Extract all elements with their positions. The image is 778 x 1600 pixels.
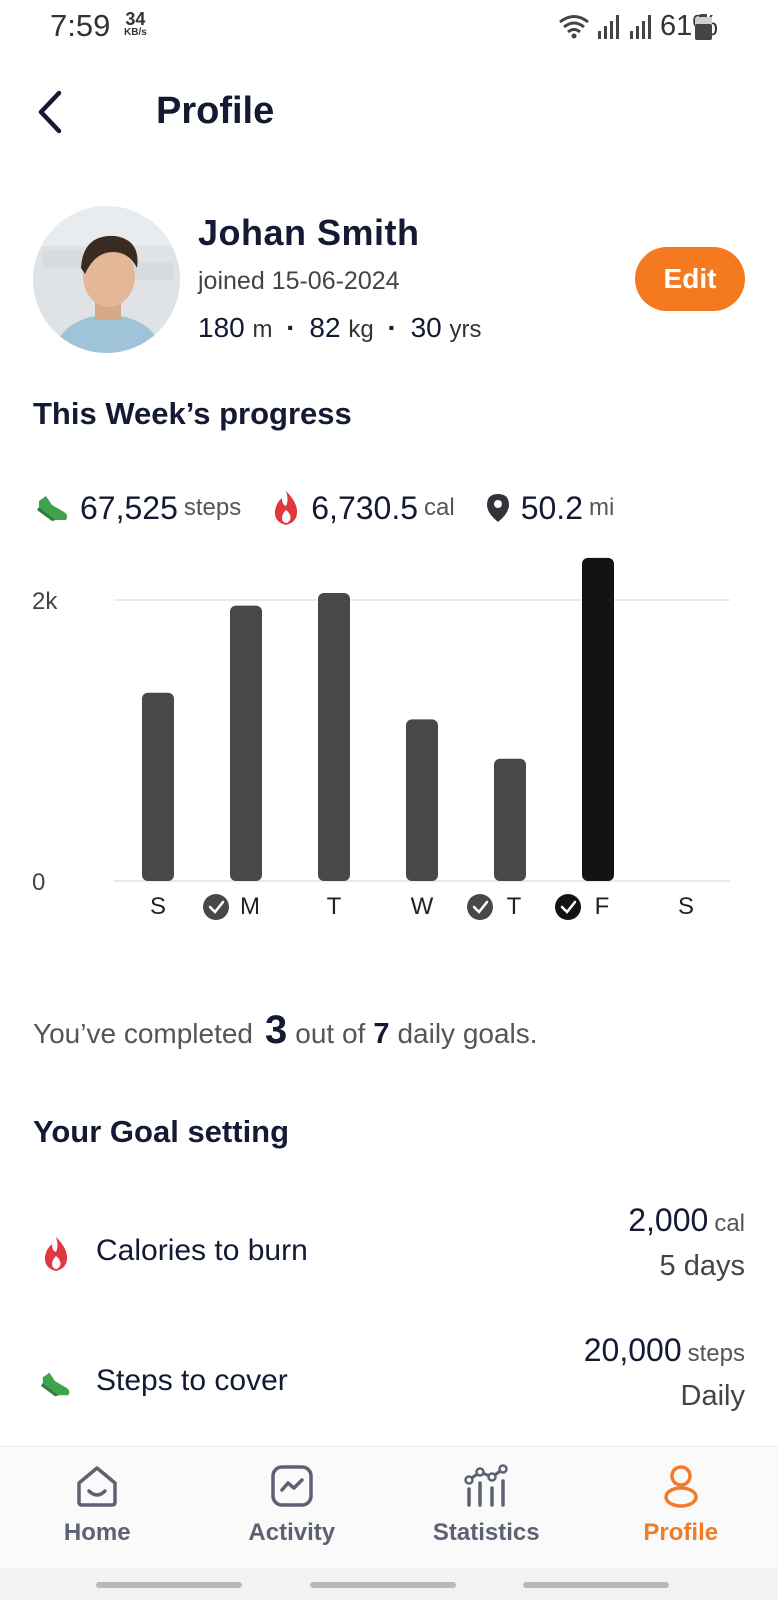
signal-icon — [597, 14, 619, 39]
chart-bar — [406, 719, 438, 881]
calories-summary: 6,730.5 cal — [271, 489, 455, 527]
battery-icon — [695, 14, 712, 40]
x-tick-label: F — [595, 893, 610, 920]
flame-icon — [44, 1237, 68, 1271]
wifi-icon — [559, 14, 589, 38]
status-icons: 61% — [558, 10, 718, 43]
nav-profile[interactable]: Profile — [584, 1447, 778, 1568]
network-speed: 34 KB/s — [124, 10, 147, 38]
shoe-icon — [40, 1372, 70, 1397]
y-tick-label: 2k — [32, 588, 58, 615]
distance-value: 50.2 — [520, 489, 583, 526]
completed-total: 7 — [373, 1018, 390, 1050]
goals-completed-text: You’ve completed 3 out of 7 daily goals. — [33, 1008, 538, 1053]
location-pin-icon — [486, 494, 509, 522]
avatar[interactable] — [33, 206, 180, 353]
page-title: Profile — [156, 90, 275, 132]
profile-icon — [664, 1465, 698, 1508]
completed-count: 3 — [265, 1008, 288, 1052]
goal-setting-title: Your Goal setting — [33, 1114, 290, 1149]
avatar-photo — [33, 206, 180, 353]
goal-amount: 2,000 — [628, 1202, 709, 1238]
goal-label: Steps to cover — [96, 1364, 288, 1397]
goal-row-steps[interactable]: Steps to cover 20,000 steps Daily — [0, 1332, 778, 1442]
goal-row-calories[interactable]: Calories to burn 2,000 cal 5 days — [0, 1202, 778, 1312]
weight-value: 82 — [309, 312, 341, 343]
edit-profile-button[interactable]: Edit — [635, 247, 745, 311]
goal-amount: 20,000 — [583, 1332, 682, 1368]
distance-summary: 50.2 mi — [485, 489, 615, 527]
goal-label: Calories to burn — [96, 1234, 308, 1267]
goal-value: 20,000 steps — [584, 1332, 745, 1369]
goal-frequency: Daily — [680, 1380, 745, 1412]
x-tick-label: T — [507, 893, 522, 920]
progress-title: This Week’s progress — [33, 396, 352, 431]
signal-icon-2 — [629, 14, 651, 39]
x-tick-label: W — [411, 893, 434, 920]
nav-label: Activity — [248, 1519, 336, 1546]
progress-summary: 67,525 steps 6,730.5 cal 50.2 mi — [36, 486, 644, 530]
steps-value: 67,525 — [80, 489, 178, 526]
distance-unit: mi — [588, 494, 615, 521]
join-date: joined 15-06-2024 — [198, 267, 400, 295]
body-stats: 180 m · 82 kg · 30 yrs — [198, 312, 482, 344]
system-nav-handle[interactable] — [523, 1582, 669, 1588]
chart-bar — [582, 557, 614, 881]
completed-prefix: You’ve completed — [33, 1018, 254, 1049]
x-tick-label: S — [150, 893, 166, 920]
x-tick-label: S — [678, 893, 694, 920]
status-bar: 7:59 34 KB/s 61% — [0, 0, 778, 56]
shoe-icon — [37, 496, 68, 521]
nav-home[interactable]: Home — [0, 1447, 195, 1568]
completed-suffix: daily goals. — [397, 1018, 538, 1049]
goal-value: 2,000 cal — [628, 1202, 745, 1239]
goal-unit: steps — [687, 1340, 745, 1367]
age-unit: yrs — [449, 316, 482, 343]
x-tick-label: T — [327, 893, 342, 920]
separator: · — [286, 312, 296, 343]
nav-activity[interactable]: Activity — [195, 1447, 390, 1568]
goal-frequency: 5 days — [659, 1250, 745, 1282]
nav-label: Profile — [643, 1519, 719, 1546]
chart-bar — [494, 758, 526, 881]
activity-icon — [271, 1465, 313, 1507]
goal-check-icon — [203, 894, 229, 920]
chevron-left-icon — [38, 90, 62, 134]
chart-bar — [230, 605, 262, 881]
system-navigation-bar — [0, 1568, 778, 1600]
nav-statistics[interactable]: Statistics — [389, 1447, 584, 1568]
height-unit: m — [252, 316, 273, 343]
chart-bar — [318, 592, 350, 881]
status-time: 7:59 — [50, 8, 111, 43]
goal-check-icon — [467, 894, 493, 920]
height-value: 180 — [198, 312, 245, 343]
flame-icon — [275, 491, 298, 525]
goal-check-icon — [555, 894, 581, 920]
weight-unit: kg — [348, 316, 374, 343]
network-speed-value: 34 — [125, 9, 146, 29]
completed-mid: out of — [295, 1018, 366, 1049]
separator: · — [387, 312, 397, 343]
x-tick-label: M — [240, 893, 260, 920]
back-button[interactable] — [28, 86, 72, 138]
user-name: Johan Smith — [198, 212, 420, 253]
statistics-icon — [464, 1464, 508, 1507]
weekly-steps-chart: 0 2k S M T W T F S — [32, 557, 730, 920]
home-icon — [77, 1466, 117, 1507]
bottom-nav: Home Activity Statistics Profile — [0, 1446, 778, 1568]
nav-label: Statistics — [432, 1519, 540, 1546]
y-tick-label: 0 — [32, 869, 45, 896]
chart-bar — [142, 692, 174, 881]
calories-unit: cal — [424, 494, 455, 521]
age-value: 30 — [410, 312, 442, 343]
system-nav-handle[interactable] — [96, 1582, 242, 1588]
nav-label: Home — [63, 1519, 131, 1546]
steps-unit: steps — [183, 494, 242, 521]
steps-summary: 67,525 steps — [36, 490, 241, 527]
network-speed-unit: KB/s — [124, 27, 147, 38]
system-nav-handle[interactable] — [310, 1582, 456, 1588]
goal-unit: cal — [714, 1210, 745, 1237]
calories-value: 6,730.5 — [311, 489, 419, 526]
